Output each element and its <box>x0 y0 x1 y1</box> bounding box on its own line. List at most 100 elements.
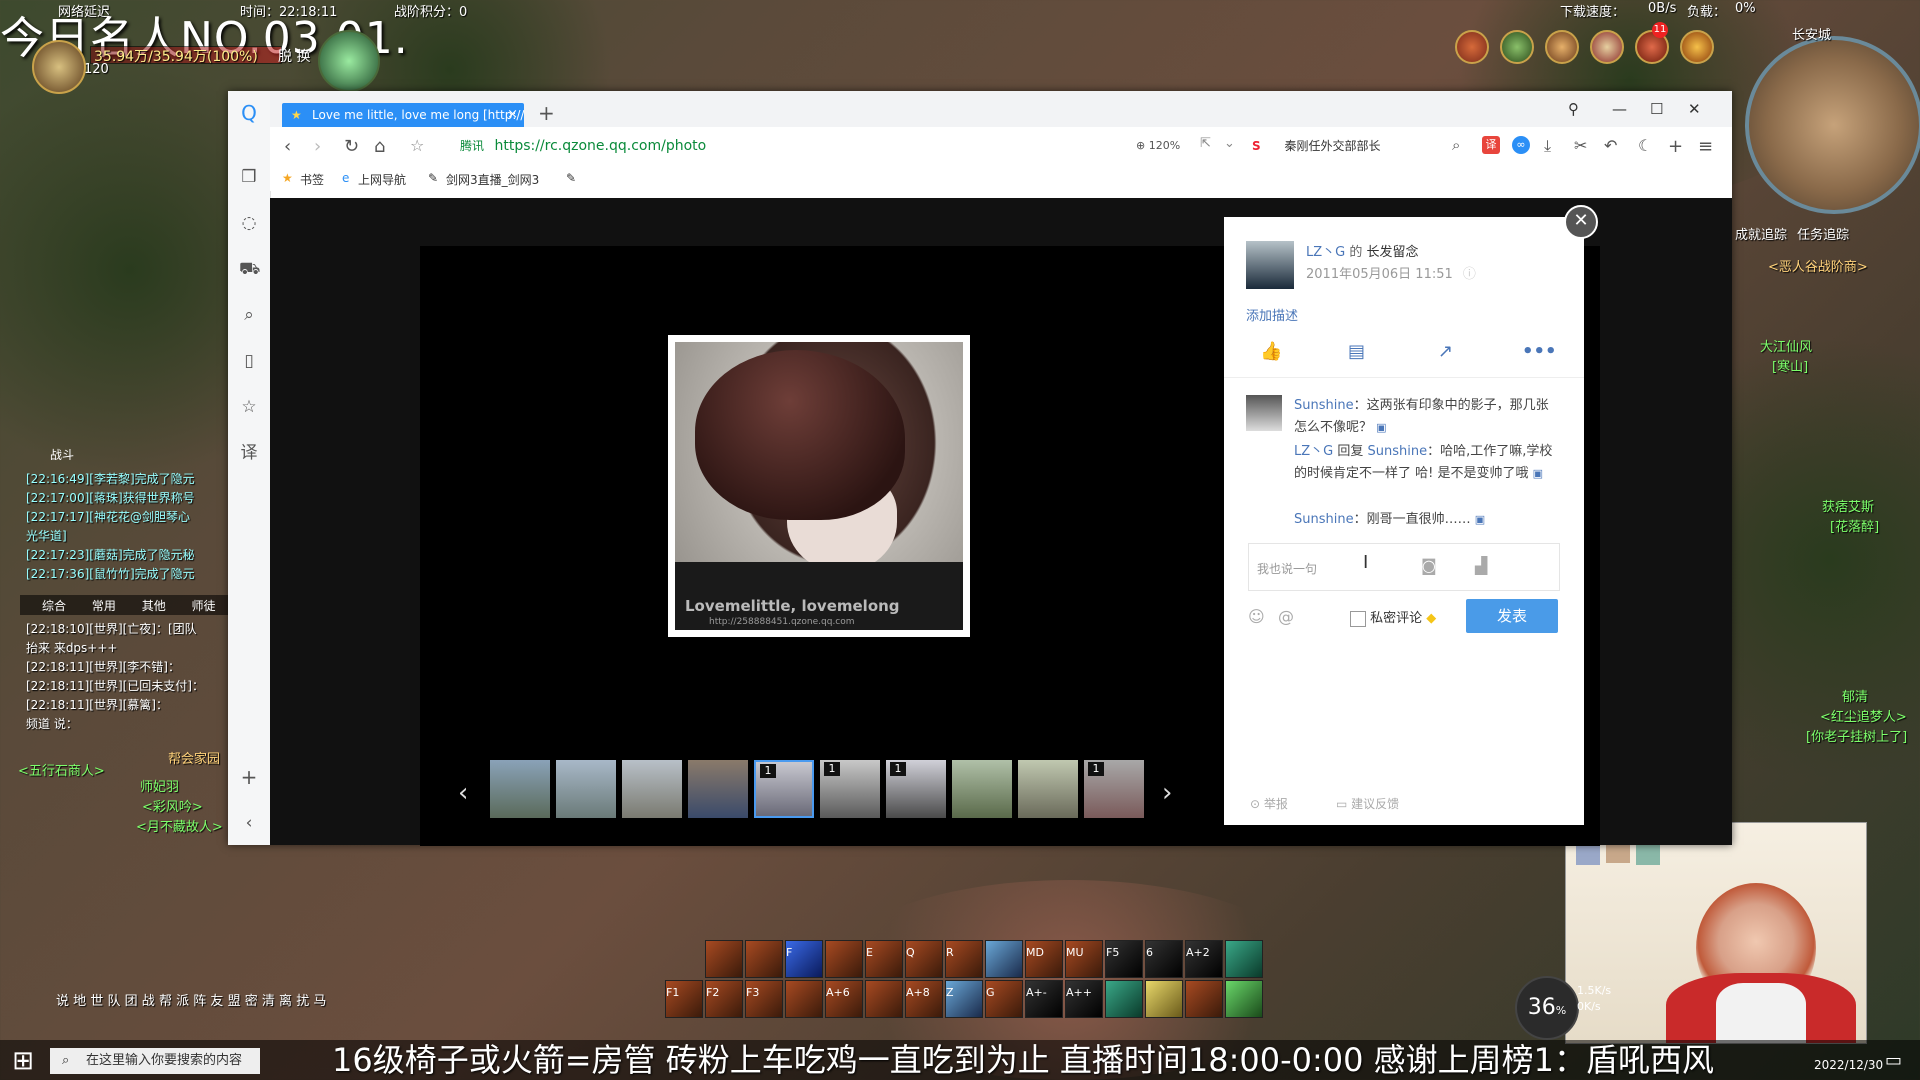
skill-slot[interactable]: A++ <box>1065 980 1103 1018</box>
skill-slot[interactable] <box>1185 980 1223 1018</box>
thumbnail[interactable] <box>556 760 616 818</box>
skill-slot[interactable]: E <box>865 940 903 978</box>
extension-icon[interactable]: ∞ <box>1512 136 1530 154</box>
address-bar[interactable]: 腾讯 https://rc.qzone.qq.com/photo <box>460 134 1120 158</box>
game-site-icon[interactable]: ✎ <box>566 171 576 185</box>
home-button[interactable]: ⌂ <box>374 136 385 157</box>
skill-slot[interactable] <box>1145 980 1183 1018</box>
chat-channel[interactable]: 帮 <box>159 994 172 1009</box>
thumbnail-selected[interactable]: 1 <box>754 760 814 818</box>
skill-slot[interactable]: A+8 <box>905 980 943 1018</box>
chat-icon[interactable]: ◌ <box>239 213 259 233</box>
skill-slot[interactable] <box>705 940 743 978</box>
thumb-prev-button[interactable]: ‹ <box>458 778 468 808</box>
translate-extension-icon[interactable]: 译 <box>1482 136 1500 154</box>
reply-icon[interactable]: ▣ <box>1533 467 1543 480</box>
skill-slot[interactable]: A+2 <box>1185 940 1223 978</box>
thumbnail[interactable]: 1 <box>886 760 946 818</box>
quest-item[interactable]: 郁清 <box>1842 686 1868 705</box>
window-pin-icon[interactable]: ⚲ <box>1568 100 1579 118</box>
back-button[interactable]: ‹ <box>284 136 291 157</box>
collapse-sidebar-icon[interactable]: ‹ <box>239 813 259 833</box>
skill-slot[interactable]: Z <box>945 980 983 1018</box>
skill-slot[interactable]: A+6 <box>825 980 863 1018</box>
comment-input[interactable]: 我也说一句 I ◙ ▟ <box>1248 543 1560 591</box>
chat-channel[interactable]: 战 <box>142 994 155 1009</box>
chat-channel[interactable]: 马 <box>313 994 326 1009</box>
private-checkbox[interactable] <box>1350 610 1366 627</box>
player-portrait-icon[interactable] <box>32 40 86 94</box>
thumbnail[interactable]: 1 <box>820 760 880 818</box>
owner-avatar[interactable] <box>1246 241 1294 289</box>
bookmark-item[interactable]: 上网导航 <box>358 171 406 188</box>
skill-slot[interactable] <box>825 940 863 978</box>
private-comment-toggle[interactable]: 私密评论 ◆ <box>1350 607 1436 627</box>
thumbnail[interactable] <box>1018 760 1078 818</box>
skill-slot[interactable] <box>785 980 823 1018</box>
album-name[interactable]: 长发留念 <box>1367 245 1419 260</box>
bookmark-star-icon[interactable]: ☆ <box>410 136 424 155</box>
emoji-icon[interactable]: ☺ <box>1248 607 1265 626</box>
dropdown-icon[interactable]: ⌄ <box>1224 136 1235 151</box>
undo-icon[interactable]: ↶ <box>1604 136 1617 155</box>
chat-channel[interactable]: 团 <box>125 994 138 1009</box>
chat-header[interactable]: 战斗 <box>50 446 74 463</box>
thumbnail[interactable] <box>622 760 682 818</box>
skill-slot[interactable] <box>1225 980 1263 1018</box>
gift-icon[interactable]: ▟ <box>1475 556 1487 575</box>
target-portrait-icon[interactable] <box>318 30 380 92</box>
chat-tab[interactable]: 其他 <box>142 597 166 614</box>
comment-author[interactable]: LZ丶G <box>1294 444 1333 459</box>
mention-icon[interactable]: @ <box>1278 607 1294 626</box>
skill-slot[interactable] <box>1105 980 1143 1018</box>
chat-tab[interactable]: 师徒 <box>192 597 216 614</box>
share-icon[interactable]: ⇱ <box>1200 136 1211 151</box>
qq-browser-logo-icon[interactable]: Q <box>239 103 259 123</box>
close-viewer-button[interactable]: ✕ <box>1564 205 1598 239</box>
skill-slot[interactable]: MU <box>1065 940 1103 978</box>
chat-channel[interactable]: 地 <box>73 994 86 1009</box>
quest-item[interactable]: [你老子挂树上了] <box>1806 726 1907 745</box>
chat-channel[interactable]: 密 <box>245 994 258 1009</box>
chat-channel[interactable]: 扰 <box>296 994 309 1009</box>
start-menu-icon[interactable]: ⊞ <box>0 1046 46 1076</box>
scissors-icon[interactable]: ✂ <box>1574 136 1587 155</box>
feedback-link[interactable]: ▭ 建议反馈 <box>1336 795 1399 812</box>
skill-slot[interactable]: 6 <box>1145 940 1183 978</box>
download-icon[interactable]: ⤓ <box>1544 136 1551 156</box>
skill-slot[interactable] <box>745 940 783 978</box>
quest-item[interactable]: <恶人谷战阶商> <box>1768 256 1868 275</box>
buff-icon[interactable] <box>1680 30 1714 64</box>
buff-icon[interactable] <box>1590 30 1624 64</box>
skill-slot[interactable]: G <box>985 980 1023 1018</box>
chat-channel-bar[interactable]: 说 地 世 队 团 战 帮 派 阵 友 盟 密 清 离 扰 马 <box>56 990 326 1009</box>
report-link[interactable]: ⊙ 举报 <box>1250 795 1288 812</box>
commenter-avatar[interactable] <box>1246 395 1282 431</box>
add-description-link[interactable]: 添加描述 <box>1246 305 1298 324</box>
owner-name[interactable]: LZ丶G <box>1306 245 1345 260</box>
cart-icon[interactable]: ⛟ <box>239 259 260 279</box>
reply-icon[interactable]: ▣ <box>1376 421 1386 434</box>
skill-slot[interactable]: F3 <box>745 980 783 1018</box>
quest-item[interactable]: [寒山] <box>1772 356 1808 375</box>
reply-icon[interactable]: ▣ <box>1475 513 1485 526</box>
reply-target[interactable]: Sunshine <box>1368 444 1428 459</box>
quest-item[interactable]: 大江仙风 <box>1760 336 1812 355</box>
forward-button[interactable]: › <box>314 136 321 157</box>
chat-tab[interactable]: 综合 <box>42 597 66 614</box>
add-icon[interactable]: + <box>239 767 259 787</box>
reload-button[interactable]: ↻ <box>344 136 359 157</box>
chat-channel[interactable]: 阵 <box>193 994 206 1009</box>
chat-channel[interactable]: 说 <box>56 994 69 1009</box>
skill-slot[interactable]: R <box>945 940 983 978</box>
buff-icon[interactable] <box>1545 30 1579 64</box>
search-box[interactable]: S 秦刚任外交部部长 <box>1252 135 1452 157</box>
comment-author[interactable]: Sunshine <box>1294 398 1354 413</box>
book-icon[interactable]: ▯ <box>239 351 259 371</box>
quest-tab[interactable]: 任务追踪 <box>1797 228 1849 243</box>
photo-frame[interactable]: Lovemelittle, lovemelong http://25888845… <box>668 335 970 637</box>
skill-slot[interactable] <box>985 940 1023 978</box>
search-icon[interactable]: ⌕ <box>239 305 259 325</box>
skill-slot[interactable]: F2 <box>705 980 743 1018</box>
like-icon[interactable]: 👍 <box>1260 341 1282 362</box>
